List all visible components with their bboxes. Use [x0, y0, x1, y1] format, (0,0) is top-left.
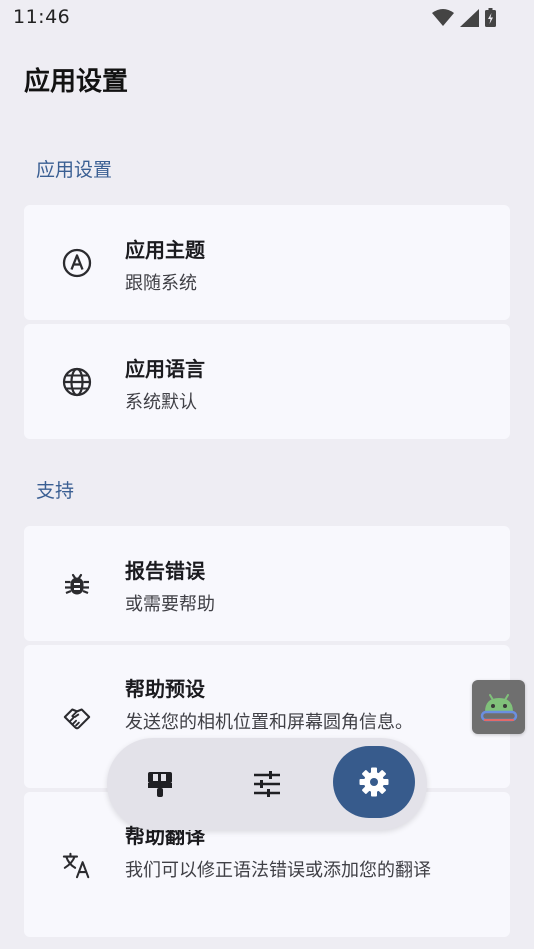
section-title-support: 支持	[36, 480, 75, 502]
theme-a-icon	[62, 248, 92, 278]
item-subtitle: 或需要帮助	[125, 594, 215, 615]
item-subtitle: 跟随系统	[125, 273, 197, 294]
status-time: 11:46	[13, 6, 71, 28]
android-icon	[480, 694, 517, 722]
floating-bottom-nav	[107, 738, 427, 830]
nav-tune-button[interactable]	[236, 754, 298, 814]
item-title: 应用语言	[125, 357, 205, 381]
item-title: 应用主题	[125, 238, 205, 262]
item-title: 报告错误	[125, 559, 205, 583]
settings-item-app-language[interactable]: 应用语言 系统默认	[24, 324, 510, 439]
page-title: 应用设置	[24, 67, 129, 97]
item-subtitle: 发送您的相机位置和屏幕圆角信息。	[125, 712, 413, 733]
tune-sliders-icon	[254, 771, 280, 797]
translate-icon	[62, 850, 92, 880]
section-title-app-settings: 应用设置	[36, 159, 113, 181]
handshake-icon	[62, 702, 92, 732]
settings-item-app-theme[interactable]: 应用主题 跟随系统	[24, 205, 510, 320]
item-subtitle: 我们可以修正语法错误或添加您的翻译	[125, 860, 431, 881]
status-bar: 11:46	[0, 0, 534, 36]
settings-item-report-bug[interactable]: 报告错误 或需要帮助	[24, 526, 510, 641]
nav-theme-button[interactable]	[129, 754, 191, 814]
bug-icon	[62, 569, 92, 599]
floating-android-bubble[interactable]	[472, 680, 525, 734]
item-subtitle: 系统默认	[125, 392, 197, 413]
globe-icon	[62, 367, 92, 397]
signal-icon	[460, 8, 479, 27]
wifi-icon	[432, 8, 454, 26]
status-icons	[432, 8, 496, 27]
item-title: 帮助预设	[125, 677, 205, 701]
nav-settings-button[interactable]	[333, 746, 415, 818]
paint-brush-icon	[148, 772, 172, 797]
battery-charging-icon	[485, 8, 496, 27]
settings-gear-icon	[359, 767, 389, 797]
